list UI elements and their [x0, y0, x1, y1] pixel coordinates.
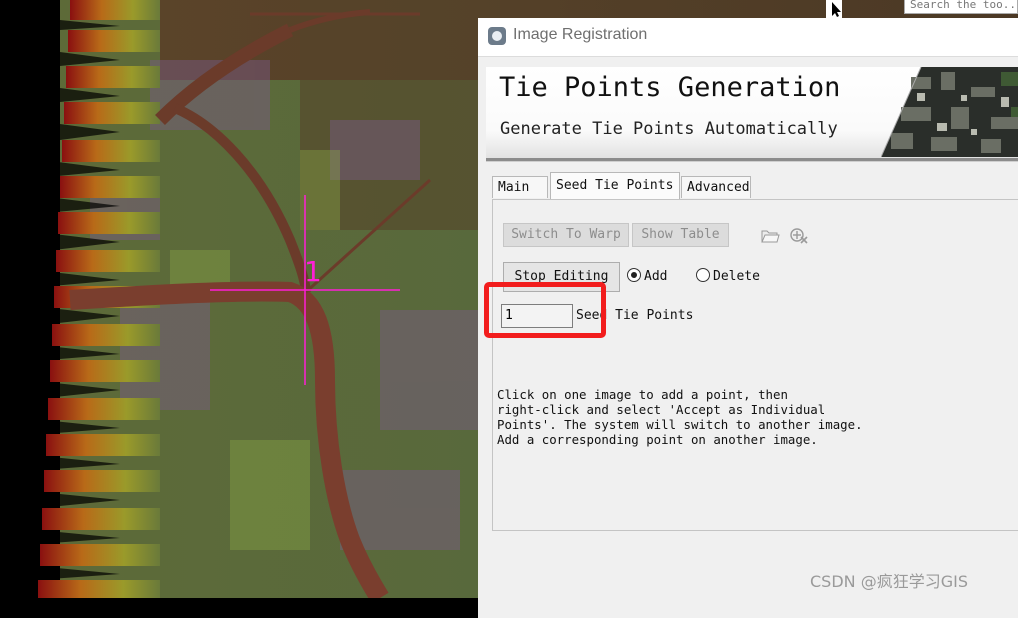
- clear-points-icon[interactable]: [789, 225, 809, 245]
- instructions-text: Click on one image to add a point, then …: [497, 387, 863, 447]
- tie-point-label: 1: [304, 255, 322, 288]
- add-radio-label: Add: [644, 269, 668, 284]
- banner-satellite-thumbnail: [881, 67, 1018, 157]
- annotation-highlight-box: [484, 282, 606, 338]
- add-radio[interactable]: Add: [627, 268, 667, 286]
- open-folder-icon[interactable]: [760, 225, 780, 245]
- seed-tie-points-panel: Switch To Warp Show Table Stop Editing A…: [492, 199, 1018, 531]
- tab-advanced[interactable]: Advanced: [681, 176, 751, 198]
- app-icon: [488, 27, 506, 45]
- tab-seed-tie-points[interactable]: Seed Tie Points: [550, 172, 680, 199]
- window-title: Image Registration: [513, 26, 648, 43]
- delete-radio-label: Delete: [713, 269, 760, 284]
- switch-to-warp-button[interactable]: Switch To Warp: [503, 223, 629, 247]
- cursor-icon: [826, 0, 842, 18]
- banner-subtitle: Generate Tie Points Automatically: [500, 119, 838, 139]
- show-table-button[interactable]: Show Table: [632, 223, 729, 247]
- add-radio-dot[interactable]: [627, 268, 641, 282]
- banner-title: Tie Points Generation: [499, 72, 841, 103]
- delete-radio-dot[interactable]: [696, 268, 710, 282]
- watermark: CSDN @疯狂学习GIS: [810, 572, 968, 591]
- title-bar[interactable]: Image Registration: [478, 18, 1018, 57]
- delete-radio[interactable]: Delete: [696, 268, 760, 286]
- toolbox-search-input[interactable]: Search the too...: [904, 0, 1018, 14]
- tab-main[interactable]: Main: [492, 176, 548, 198]
- header-banner: Tie Points Generation Generate Tie Point…: [486, 67, 1018, 161]
